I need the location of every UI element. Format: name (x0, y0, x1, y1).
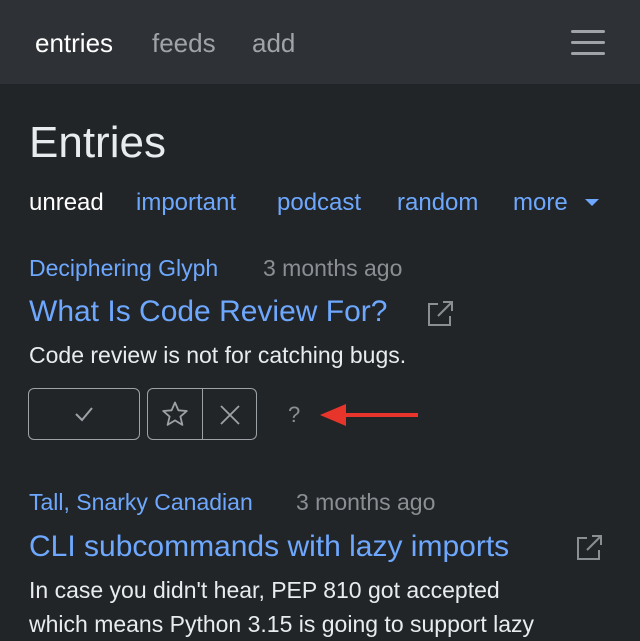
nav-add-link[interactable]: add (252, 28, 295, 58)
filter-unread[interactable]: unread (29, 188, 104, 218)
checkmark-icon (75, 407, 93, 422)
mark-important-button[interactable] (147, 388, 203, 440)
external-link-icon[interactable] (425, 299, 455, 329)
filter-podcast[interactable]: podcast (277, 188, 361, 218)
help-link[interactable]: ? (288, 402, 300, 428)
nav-feeds-link[interactable]: feeds (152, 28, 216, 58)
filter-important[interactable]: important (136, 188, 236, 218)
entry-title-link[interactable]: What Is Code Review For? (29, 294, 387, 330)
entry-summary-line: which means Python 3.15 is going to supp… (29, 611, 535, 637)
filter-random[interactable]: random (397, 188, 478, 218)
dismiss-button[interactable] (201, 388, 257, 440)
top-navbar: entries feeds add (0, 0, 640, 84)
entry-time: 3 months ago (263, 255, 403, 281)
page-title: Entries (29, 118, 166, 167)
entry-summary-line: In case you didn't hear, PEP 810 got acc… (29, 577, 500, 603)
nav-entries-link[interactable]: entries (35, 28, 113, 58)
caret-down-icon[interactable] (585, 199, 599, 206)
hamburger-icon[interactable] (571, 28, 607, 56)
entry-time: 3 months ago (296, 489, 436, 515)
entry-summary: Code review is not for catching bugs. (29, 342, 407, 368)
annotation-arrow-icon (320, 404, 418, 426)
star-icon (162, 401, 188, 426)
x-icon (219, 405, 240, 425)
filter-more-dropdown[interactable]: more (513, 188, 568, 218)
entry-feed-name[interactable]: Tall, Snarky Canadian (29, 488, 253, 516)
external-link-icon[interactable] (574, 533, 604, 563)
entry-title-link[interactable]: CLI subcommands with lazy imports (29, 529, 509, 565)
entry-feed-name[interactable]: Deciphering Glyph (29, 254, 218, 282)
mark-read-button[interactable] (28, 388, 140, 440)
